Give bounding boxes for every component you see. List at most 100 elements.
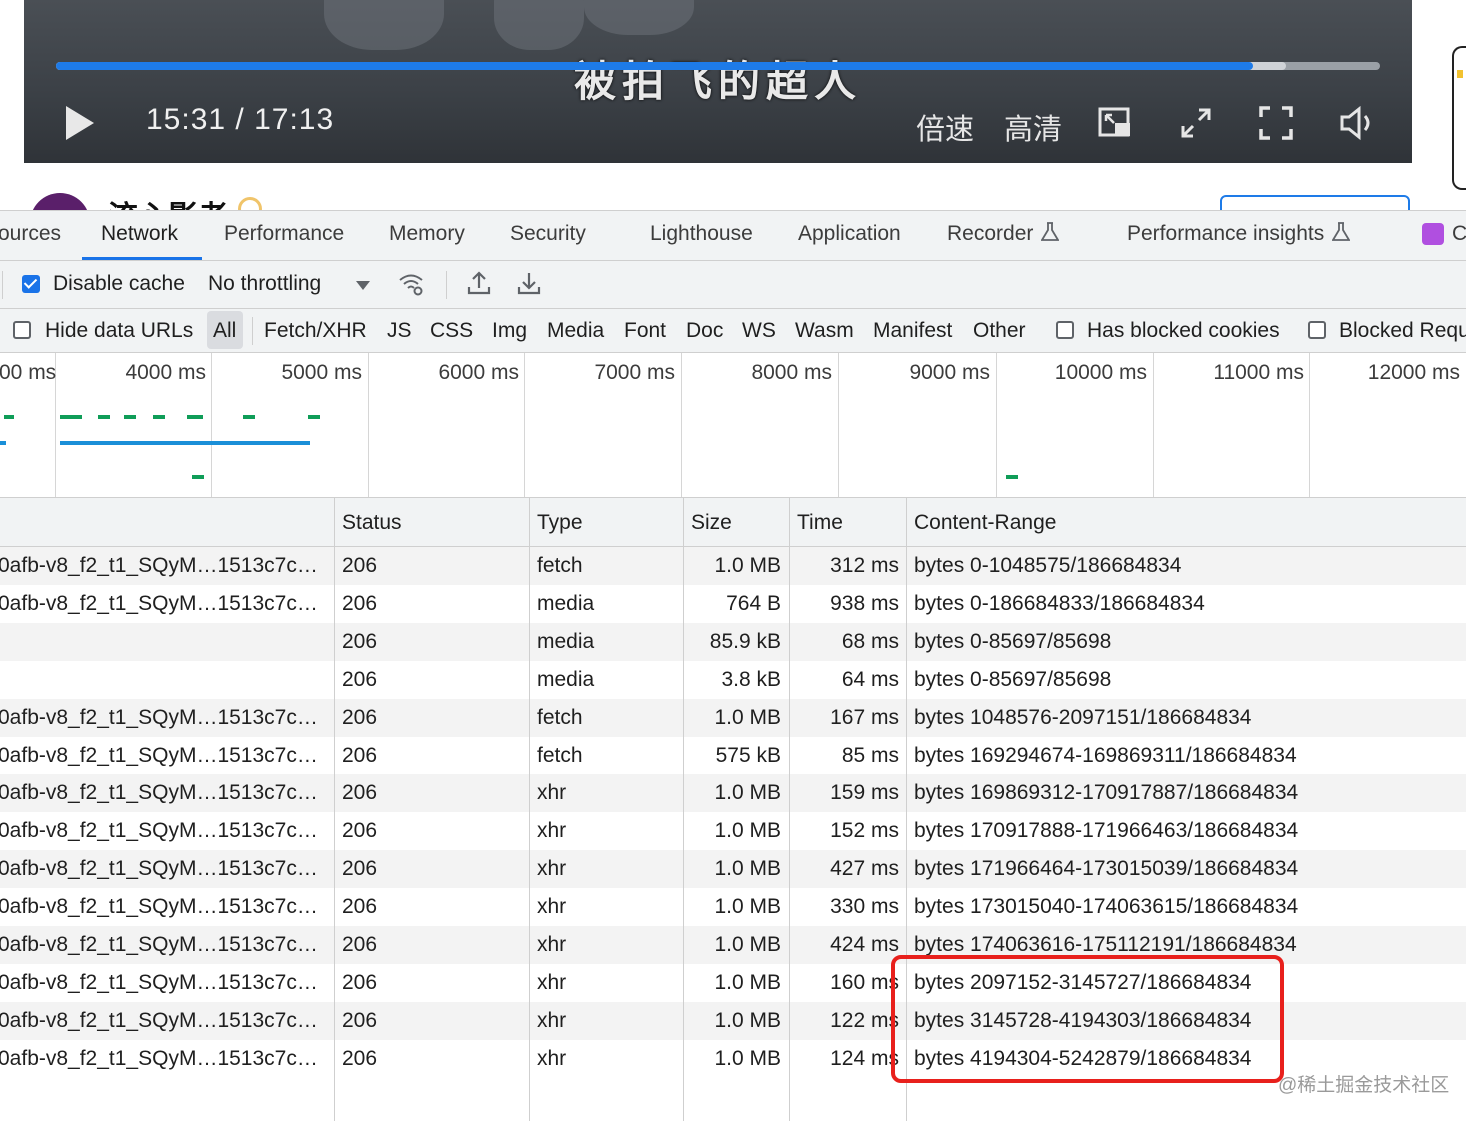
cell-time: 938 ms [830,591,899,615]
table-row[interactable]: 206 media 3.8 kB 64 ms bytes 0-85697/85698 [0,661,1466,699]
overview-tick: 11000 ms [1213,361,1304,384]
export-har-icon[interactable] [516,270,542,296]
waterfall-mark [124,415,136,419]
cell-type: xhr [537,933,567,956]
disable-cache-checkbox[interactable] [22,275,40,293]
cell-type: xhr [537,819,567,843]
column-header-content-range[interactable]: Content-Range [914,511,1056,535]
cell-name: 0afb-v8_f2_t1_SQyM…1513c7c… [0,781,318,805]
filter-img[interactable]: Img [492,319,527,343]
progress-played [56,62,1253,70]
cell-range: bytes 171966464-173015039/186684834 [914,857,1299,881]
filter-doc[interactable]: Doc [686,319,723,343]
overview-gridline [681,353,682,497]
filter-wasm[interactable]: Wasm [795,319,854,343]
column-header-time[interactable]: Time [797,511,843,535]
filter-font[interactable]: Font [624,319,666,343]
column-header-status[interactable]: Status [342,511,402,535]
tab-recorder-label: Recorder [947,222,1034,245]
filter-all[interactable]: All [213,319,236,343]
table-row[interactable]: 0afb-v8_f2_t1_SQyM…1513c7c… 206 fetch 1.0 M… [0,547,1466,585]
waterfall-mark [187,415,203,419]
has-blocked-cookies-checkbox[interactable] [1056,321,1074,339]
table-row[interactable]: 0afb-v8_f2_t1_SQyM…1513c7c… 206 fetch 1.0 M… [0,698,1466,737]
network-overview[interactable]: 00 ms 4000 ms 5000 ms 6000 ms 7000 ms 80… [0,353,1466,498]
cell-status: 206 [342,1046,378,1070]
cell-type: fetch [537,743,583,767]
filter-other[interactable]: Other [973,319,1026,343]
play-icon[interactable] [66,106,94,140]
tab-recorder[interactable]: Recorder [947,222,1060,246]
tab-performance-insights[interactable]: Performance insights [1127,222,1351,246]
cell-time: 122 ms [830,1008,899,1032]
column-header-size[interactable]: Size [691,511,732,535]
quality-button[interactable]: 高清 [1004,106,1062,148]
overview-tick: 8000 ms [751,361,832,384]
cell-status: 206 [342,554,378,577]
throttling-select[interactable]: No throttling [208,272,321,296]
network-conditions-icon[interactable] [398,271,424,297]
tab-network[interactable]: Network [101,222,178,246]
table-row[interactable]: 0afb-v8_f2_t1_SQyM…1513c7c… 206 media 764 B… [0,585,1466,623]
overview-gridline [524,353,525,497]
cell-name: 0afb-v8_f2_t1_SQyM…1513c7c… [0,819,318,843]
tab-performance-insights-label: Performance insights [1127,222,1325,245]
progress-bar[interactable] [56,62,1380,70]
fullscreen-icon[interactable] [1257,104,1295,142]
tab-components[interactable]: C [1452,222,1466,246]
volume-icon[interactable] [1338,104,1376,142]
cell-type: xhr [537,1046,567,1070]
column-header-type[interactable]: Type [537,511,583,535]
cell-status: 206 [342,629,378,653]
blocked-requests-checkbox[interactable] [1308,321,1326,339]
cell-size: 3.8 kB [721,667,781,691]
has-blocked-cookies-label: Has blocked cookies [1087,319,1280,342]
tab-security[interactable]: Security [510,222,586,246]
react-devtools-icon [1422,223,1444,245]
import-har-icon[interactable] [466,270,492,296]
cell-status: 206 [342,743,378,767]
speed-button[interactable]: 倍速 [916,106,974,148]
cell-range: bytes 169294674-169869311/186684834 [914,743,1297,767]
overview-gridline [368,353,369,497]
hide-data-urls-checkbox[interactable] [13,321,31,339]
disable-cache-label: Disable cache [53,272,185,295]
cell-time: 312 ms [830,554,899,577]
annotation-highlight-box [891,955,1284,1083]
chevron-down-icon[interactable] [356,281,370,290]
filter-media[interactable]: Media [547,319,604,343]
cell-range: bytes 0-186684833/186684834 [914,591,1205,615]
filter-manifest[interactable]: Manifest [873,319,952,343]
tab-memory[interactable]: Memory [389,222,465,246]
filter-ws[interactable]: WS [742,319,776,343]
cell-type: xhr [537,895,567,919]
active-tab-indicator [82,257,202,260]
video-frame-shape [494,0,584,50]
cell-time: 167 ms [830,705,899,729]
side-widget[interactable] [1452,46,1466,190]
cell-range: bytes 0-85697/85698 [914,667,1112,691]
table-row[interactable]: 206 media 85.9 kB 68 ms bytes 0-85697/85698 [0,622,1466,661]
side-widget-mark [1457,70,1463,78]
fullscreen-web-icon[interactable] [1177,104,1215,142]
filter-css[interactable]: CSS [430,319,473,343]
filter-js[interactable]: JS [387,319,412,343]
table-row[interactable]: 0afb-v8_f2_t1_SQyM…1513c7c… 206 xhr 1.0 MB 4… [0,850,1466,889]
table-row[interactable]: 0afb-v8_f2_t1_SQyM…1513c7c… 206 xhr 1.0 MB 1… [0,774,1466,813]
experiment-flask-icon [1332,222,1351,241]
network-toolbar: Disable cache No throttling [0,261,1466,309]
toolbar-divider [446,271,447,299]
video-player[interactable]: 被拍飞的超人 15:31 / 17:13 倍速 高清 [24,0,1412,163]
cell-size: 1.0 MB [714,819,781,843]
table-row[interactable]: 0afb-v8_f2_t1_SQyM…1513c7c… 206 fetch 575 k… [0,737,1466,775]
table-row[interactable]: 0afb-v8_f2_t1_SQyM…1513c7c… 206 xhr 1.0 MB 1… [0,812,1466,850]
tab-application[interactable]: Application [798,222,901,246]
tab-sources[interactable]: ources [0,222,61,246]
cell-status: 206 [342,705,378,729]
filter-fetch-xhr[interactable]: Fetch/XHR [264,319,367,343]
cell-type: fetch [537,554,583,577]
table-row[interactable]: 0afb-v8_f2_t1_SQyM…1513c7c… 206 xhr 1.0 MB 3… [0,888,1466,926]
tab-performance[interactable]: Performance [224,222,344,246]
tab-lighthouse[interactable]: Lighthouse [650,222,753,246]
picture-in-picture-icon[interactable] [1096,104,1134,142]
